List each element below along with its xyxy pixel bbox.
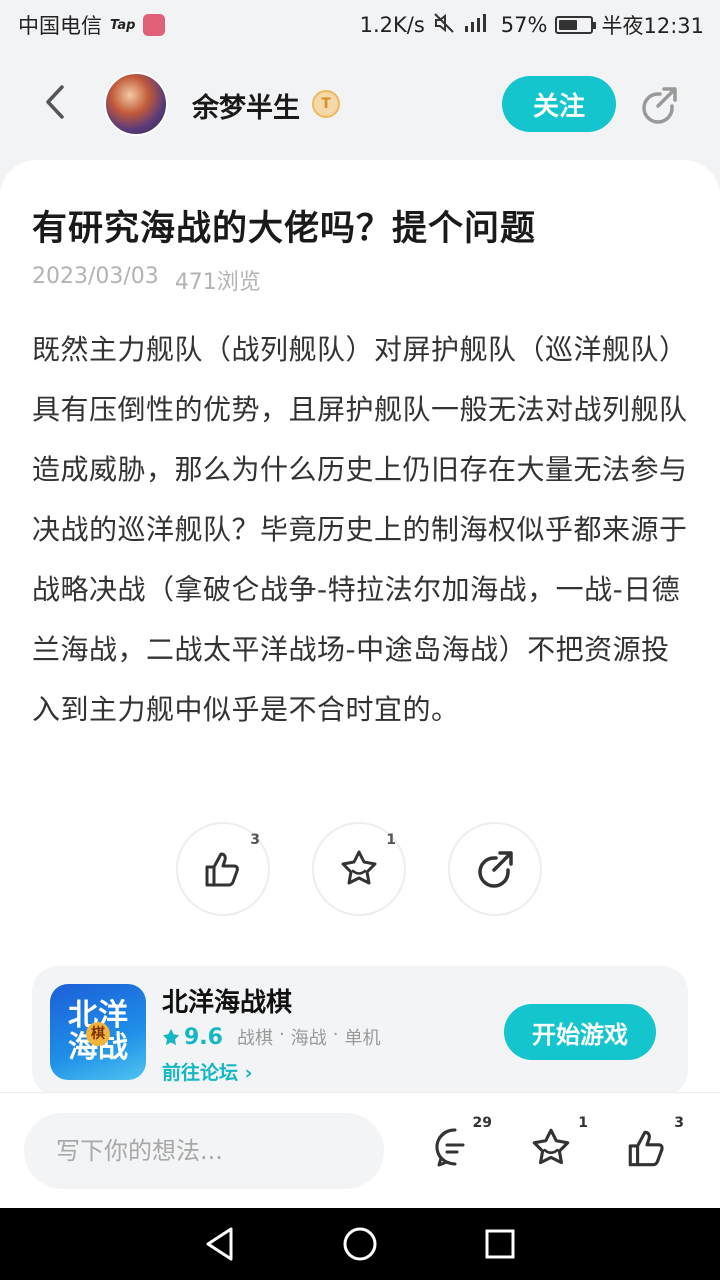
thumbs-up-icon (628, 1130, 664, 1167)
notification-app-icon (143, 14, 166, 36)
mute-icon (433, 12, 455, 39)
post-card: 有研究海战的大佬吗？提个问题 2023/03/03 471浏览 既然主力舰队（战… (0, 160, 720, 1100)
game-rating-value: 9.6 (184, 1024, 223, 1050)
comment-count: 29 (472, 1115, 492, 1131)
triangle-back-icon (206, 1227, 233, 1261)
follow-button[interactable]: 关注 (502, 76, 616, 132)
tag-separator: · (332, 1024, 339, 1045)
status-bar-right: 1.2K/s 57% 半夜12:31 (360, 10, 704, 40)
bar-like-button[interactable]: 3 (622, 1115, 684, 1173)
like-count: 3 (250, 832, 260, 848)
bar-favorite-count: 1 (578, 1115, 588, 1131)
game-info-row: 9.6 战棋 · 海战 · 单机 (162, 1024, 380, 1050)
game-tag: 战棋 (236, 1028, 273, 1049)
game-tag: 单机 (344, 1028, 381, 1049)
square-recents-icon (485, 1229, 515, 1259)
game-rating: 9.6 (162, 1025, 223, 1050)
circle-home-icon (343, 1227, 377, 1261)
star-filled-icon (162, 1028, 180, 1046)
thumbs-up-icon (205, 852, 239, 887)
carrier-name: 中国电信 (18, 14, 102, 38)
chevron-left-icon (46, 85, 64, 119)
net-speed: 1.2K/s (359, 13, 425, 37)
author-name[interactable]: 余梦半生 (192, 86, 300, 125)
like-button[interactable]: 3 (176, 822, 270, 916)
nav-back-button[interactable] (200, 1224, 240, 1264)
share-post-button[interactable] (448, 822, 542, 916)
post-title: 有研究海战的大佬吗？提个问题 (32, 209, 537, 249)
start-game-button[interactable]: 开始游戏 (504, 1004, 656, 1060)
game-tags: 战棋 · 海战 · 单机 (237, 1024, 380, 1050)
star-icon (532, 1128, 570, 1165)
post-views: 471浏览 (174, 270, 261, 295)
share-button[interactable] (638, 84, 680, 126)
clock: 半夜12:31 (601, 14, 704, 38)
tap-badge: Tap (110, 17, 136, 33)
favorite-count: 1 (386, 832, 396, 848)
star-icon (341, 850, 377, 885)
forum-link[interactable]: 前往论坛 › (162, 1058, 252, 1085)
battery-fill (559, 20, 577, 30)
share-icon (642, 87, 677, 124)
tag-separator: · (278, 1024, 285, 1045)
status-bar-left: 中国电信 Tap (18, 10, 166, 40)
battery-percent: 57% (500, 13, 548, 37)
bar-favorite-button[interactable]: 1 (526, 1115, 588, 1173)
level-badge: T (312, 90, 340, 118)
battery-icon (555, 16, 597, 34)
game-tag: 海战 (290, 1028, 327, 1049)
status-bar: 中国电信 Tap 1.2K/s 57% 半夜12:31 (0, 0, 720, 50)
back-button[interactable] (36, 82, 72, 122)
game-name[interactable]: 北洋海战棋 (162, 982, 292, 1019)
post-header: 余梦半生 T 关注 (0, 50, 720, 160)
post-date: 2023/03/03 (32, 264, 159, 289)
share-icon (478, 851, 513, 888)
author-avatar[interactable] (104, 72, 168, 136)
comments-button[interactable]: 29 (430, 1115, 492, 1173)
nav-home-button[interactable] (340, 1224, 380, 1264)
signal-icon (463, 12, 493, 39)
game-icon-badge: 棋 (86, 1022, 110, 1046)
post-actions: 3 1 (176, 822, 542, 916)
system-nav-bar (0, 1208, 720, 1280)
nav-recents-button[interactable] (480, 1224, 520, 1264)
game-card[interactable]: 北洋 海战 棋 北洋海战棋 9.6 战棋 · 海战 · 单机 前往论坛 › 开始… (32, 966, 688, 1096)
post-body: 既然主力舰队（战列舰队）对屏护舰队（巡洋舰队）具有压倒性的优势，且屏护舰队一般无… (32, 333, 688, 726)
game-icon[interactable]: 北洋 海战 棋 (50, 984, 146, 1080)
favorite-button[interactable]: 1 (312, 822, 406, 916)
bar-like-count: 3 (674, 1115, 684, 1131)
comment-bar: 29 1 3 (0, 1092, 720, 1208)
comment-icon (435, 1128, 465, 1167)
comment-input[interactable] (24, 1113, 384, 1189)
post-meta: 2023/03/03 471浏览 (32, 264, 261, 296)
